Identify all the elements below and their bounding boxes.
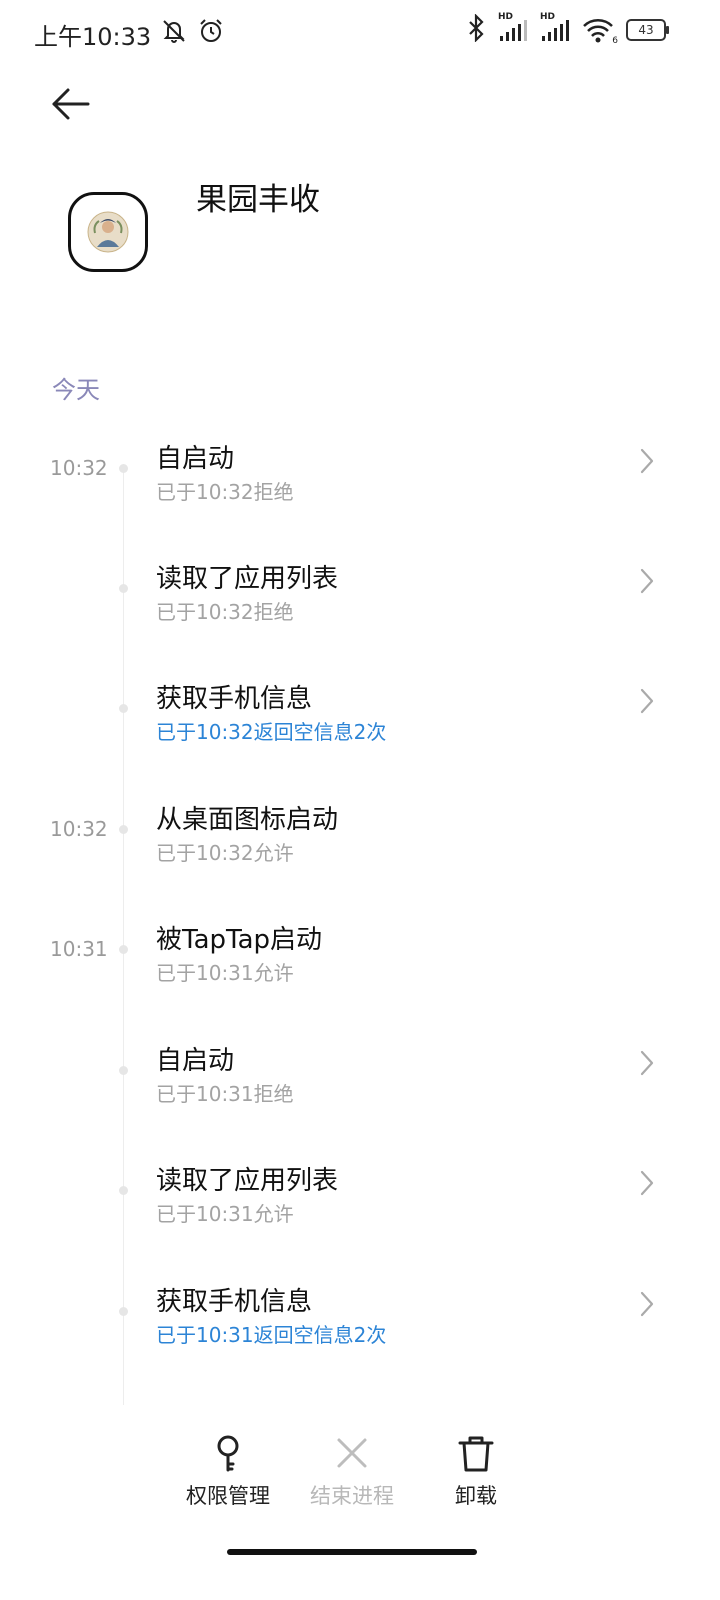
chevron-right-icon xyxy=(640,568,654,594)
event-title: 自启动 xyxy=(156,444,235,474)
event-title: 被TapTap启动 xyxy=(156,925,323,955)
chevron-right-icon xyxy=(640,1050,654,1076)
signal-1-icon: HD xyxy=(498,12,528,44)
event-time: 10:32 xyxy=(50,817,108,841)
timeline-dot xyxy=(119,1307,128,1316)
event-status: 已于10:32拒绝 xyxy=(156,480,294,504)
section-label-today: 今天 xyxy=(52,376,100,404)
event-row[interactable]: 读取了应用列表 已于10:31允许 xyxy=(0,1160,720,1280)
mute-icon xyxy=(159,16,189,52)
event-row: 10:31 被TapTap启动 已于10:31允许 xyxy=(0,919,720,1039)
event-time: 10:32 xyxy=(50,456,108,480)
status-time: 上午10:33 xyxy=(34,22,152,51)
app-title: 果园丰收 xyxy=(196,182,320,218)
timeline-dot xyxy=(119,825,128,834)
status-bar: 上午10:33 HD HD 6 43 xyxy=(0,0,720,64)
signal-2-icon: HD xyxy=(540,12,570,44)
event-row[interactable]: 获取手机信息 已于10:31返回空信息2次 xyxy=(0,1281,720,1401)
event-row[interactable]: 10:32 自启动 已于10:32拒绝 xyxy=(0,438,720,558)
uninstall-label: 卸载 xyxy=(455,1484,497,1508)
key-icon xyxy=(217,1435,239,1472)
event-status: 已于10:31拒绝 xyxy=(156,1082,294,1106)
event-status: 已于10:32返回空信息2次 xyxy=(156,720,387,744)
timeline-dot xyxy=(119,1186,128,1195)
timeline-dot xyxy=(119,1066,128,1075)
permissions-button[interactable]: 权限管理 xyxy=(168,1432,288,1510)
event-row[interactable]: 自启动 已于10:31拒绝 xyxy=(0,1040,720,1160)
alarm-icon xyxy=(197,17,225,51)
back-button[interactable] xyxy=(44,82,96,126)
chevron-right-icon xyxy=(640,1170,654,1196)
event-row[interactable]: 获取手机信息 已于10:32返回空信息2次 xyxy=(0,678,720,798)
bottom-action-bar: 权限管理 结束进程 卸载 xyxy=(0,1432,720,1522)
timeline-dot xyxy=(119,704,128,713)
wifi-icon: 6 xyxy=(582,16,618,46)
event-row: 10:32 从桌面图标启动 已于10:32允许 xyxy=(0,799,720,919)
status-left: 上午10:33 xyxy=(34,16,225,52)
home-indicator[interactable] xyxy=(227,1549,477,1555)
event-title: 读取了应用列表 xyxy=(156,564,339,594)
arrow-left-icon xyxy=(52,88,90,120)
event-status: 已于10:31允许 xyxy=(156,1202,294,1226)
wifi-sub-label: 6 xyxy=(612,36,618,46)
trash-icon xyxy=(458,1436,494,1472)
event-row[interactable]: 读取了应用列表 已于10:32拒绝 xyxy=(0,558,720,678)
event-status: 已于10:31返回空信息2次 xyxy=(156,1323,387,1347)
event-title: 自启动 xyxy=(156,1046,235,1076)
event-title: 读取了应用列表 xyxy=(156,1166,339,1196)
uninstall-button[interactable]: 卸载 xyxy=(416,1432,536,1510)
status-right: HD HD 6 43 xyxy=(466,12,669,46)
timeline-dot xyxy=(119,945,128,954)
event-status: 已于10:32拒绝 xyxy=(156,600,294,624)
event-time: 10:31 xyxy=(50,937,108,961)
event-title: 获取手机信息 xyxy=(156,1287,313,1317)
app-icon xyxy=(68,192,148,272)
battery-level: 43 xyxy=(638,23,654,37)
bluetooth-icon xyxy=(466,13,486,46)
end-process-label: 结束进程 xyxy=(310,1484,394,1508)
timeline-dot xyxy=(119,464,128,473)
battery-icon: 43 xyxy=(626,19,669,41)
chevron-right-icon xyxy=(640,448,654,474)
app-avatar-icon xyxy=(87,211,129,253)
chevron-right-icon xyxy=(640,1291,654,1317)
timeline-dot xyxy=(119,584,128,593)
event-title: 从桌面图标启动 xyxy=(156,805,339,835)
permissions-label: 权限管理 xyxy=(186,1484,270,1508)
event-status: 已于10:32允许 xyxy=(156,841,294,865)
close-icon xyxy=(337,1438,367,1468)
end-process-button[interactable]: 结束进程 xyxy=(292,1432,412,1510)
event-status: 已于10:31允许 xyxy=(156,961,294,985)
event-title: 获取手机信息 xyxy=(156,684,313,714)
chevron-right-icon xyxy=(640,688,654,714)
